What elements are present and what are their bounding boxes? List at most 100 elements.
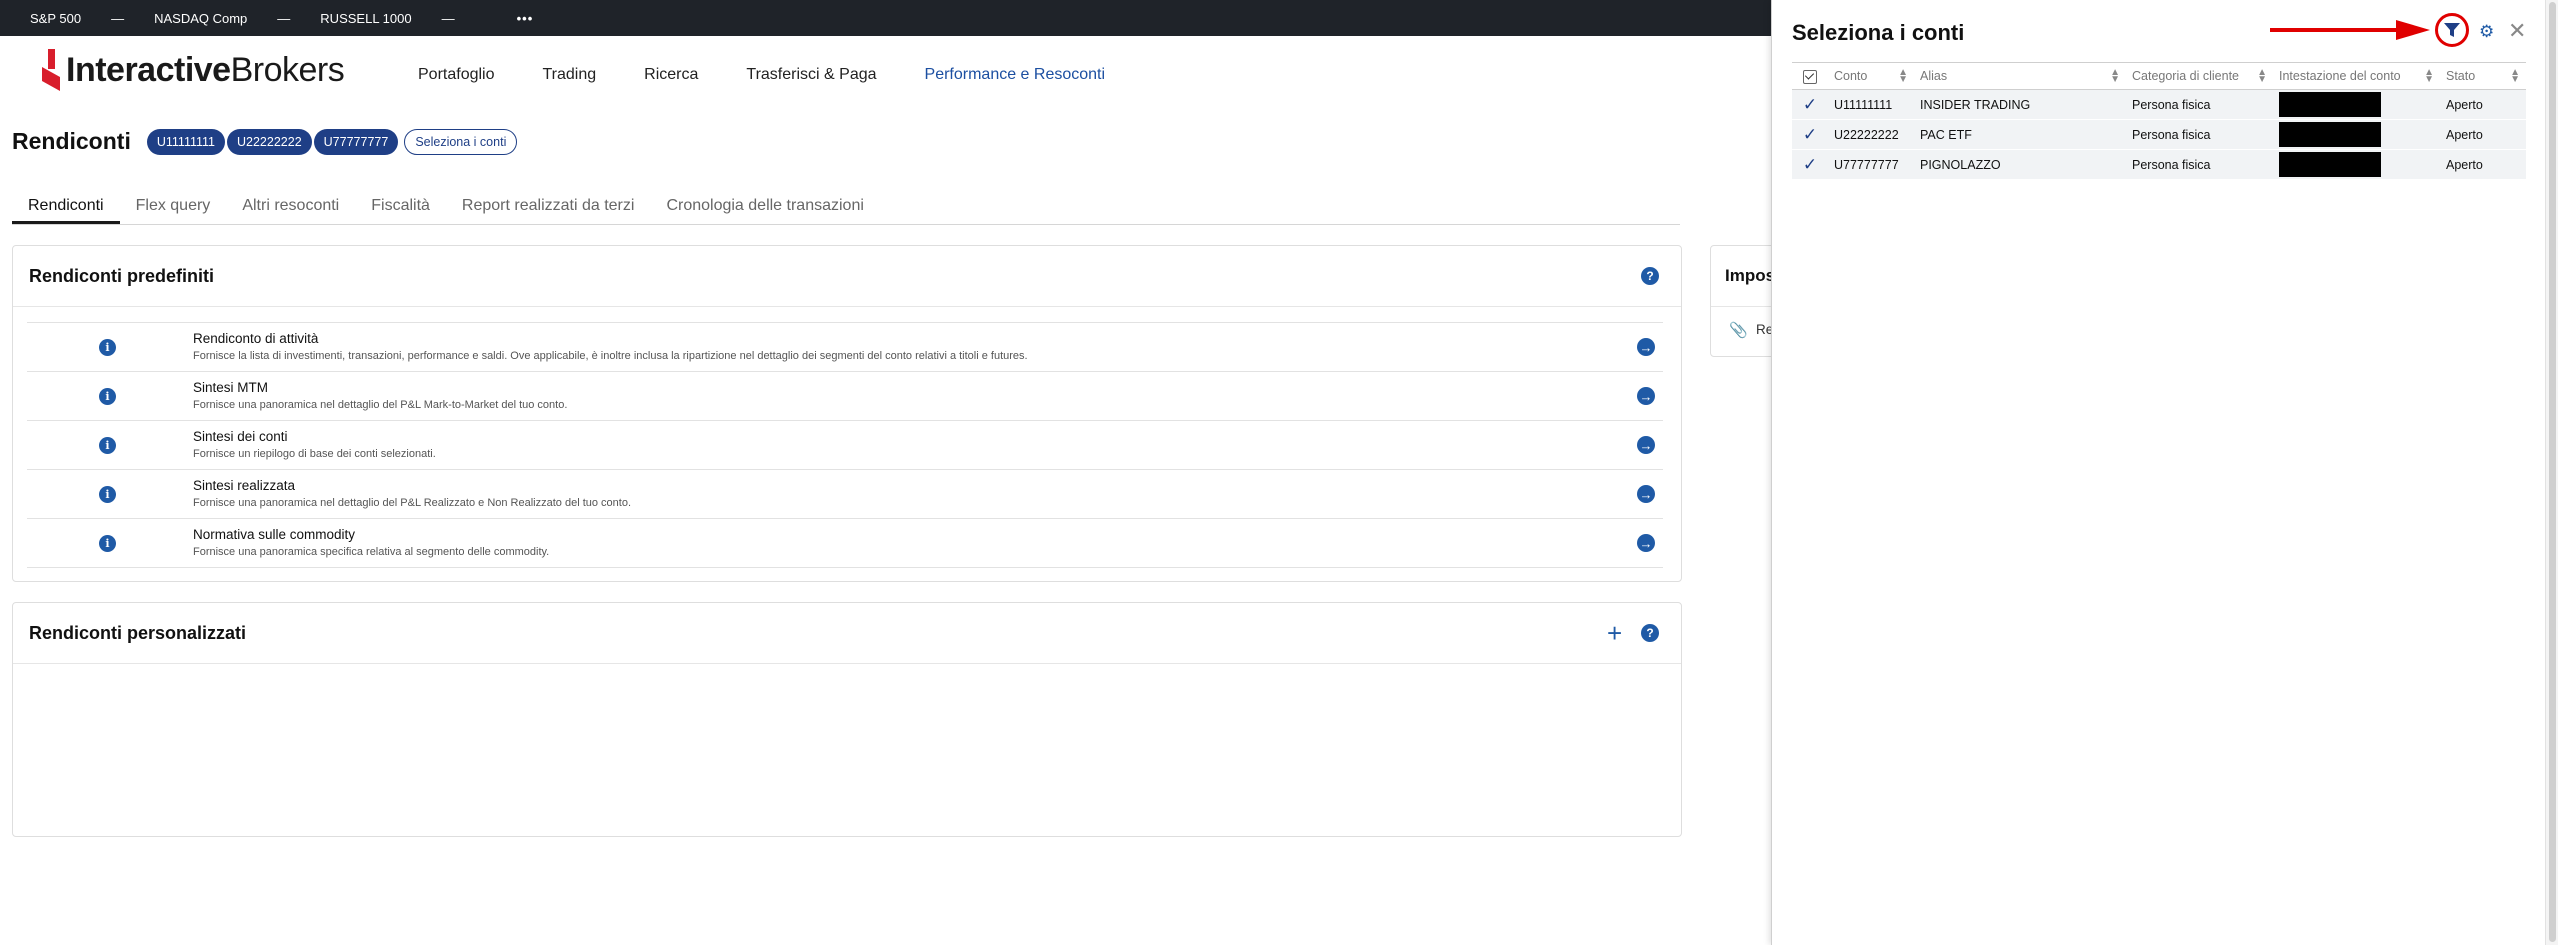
report-row[interactable]: i Sintesi realizzata Fornisce una panora… — [27, 469, 1663, 518]
cell-holder-redacted — [2273, 89, 2440, 120]
info-icon[interactable]: i — [99, 535, 116, 552]
tab-cronologia-transazioni[interactable]: Cronologia delle transazioni — [650, 190, 879, 224]
column-stato[interactable]: Stato ▲ ▼ — [2440, 62, 2526, 90]
logo-text-interactive: Interactive — [66, 50, 231, 89]
column-alias[interactable]: Alias ▲ ▼ — [1914, 62, 2126, 90]
arrow-right-icon[interactable]: → — [1637, 485, 1655, 503]
arrow-right-icon[interactable]: → — [1637, 534, 1655, 552]
cell-category: Persona fisica — [2126, 119, 2273, 150]
card-title: Rendiconti personalizzati — [29, 622, 247, 643]
redacted-block — [2279, 92, 2381, 117]
check-icon[interactable]: ✓ — [1803, 125, 1817, 144]
column-label: Categoria di cliente — [2132, 69, 2240, 83]
nav-trading[interactable]: Trading — [543, 66, 597, 84]
ticker-item[interactable]: S&P 500 — — [0, 11, 124, 26]
custom-reports-card: Rendiconti personalizzati + ? — [12, 602, 1682, 837]
table-row[interactable]: ✓ U11111111 INSIDER TRADING Persona fisi… — [1792, 89, 2526, 120]
close-icon[interactable]: ✕ — [2508, 20, 2526, 42]
tab-flex-query[interactable]: Flex query — [120, 190, 227, 224]
report-name: Sintesi realizzata — [193, 478, 296, 493]
cell-status: Aperto — [2440, 149, 2526, 180]
info-icon[interactable]: i — [99, 388, 116, 405]
ticker-item[interactable]: NASDAQ Comp — — [124, 11, 290, 26]
table-row[interactable]: ✓ U77777777 PIGNOLAZZO Persona fisica Ap… — [1792, 149, 2526, 180]
page-title-row: Rendiconti U11111111 U22222222 U77777777… — [12, 128, 518, 155]
gear-icon[interactable]: ⚙ — [2479, 23, 2494, 40]
ticker-name: S&P 500 — [30, 10, 82, 26]
paperclip-icon: 📎 — [1729, 322, 1748, 339]
arrow-right-icon[interactable]: → — [1637, 387, 1655, 405]
card-header: Rendiconti personalizzati + ? — [13, 603, 1681, 664]
report-row[interactable]: i Sintesi dei conti Fornisce un riepilog… — [27, 420, 1663, 469]
cell-account: U77777777 — [1828, 149, 1914, 180]
tab-report-terzi[interactable]: Report realizzati da terzi — [446, 190, 651, 224]
cell-status: Aperto — [2440, 119, 2526, 150]
info-icon[interactable]: i — [99, 437, 116, 454]
predefined-reports-card: Rendiconti predefiniti ? i Rendiconto di… — [12, 245, 1682, 582]
check-icon[interactable]: ✓ — [1803, 95, 1817, 114]
filter-button[interactable] — [2435, 13, 2469, 47]
plus-icon[interactable]: + — [1607, 620, 1622, 646]
report-name: Sintesi MTM — [193, 380, 269, 395]
sort-icon[interactable]: ▲ ▼ — [2424, 68, 2434, 85]
account-pill[interactable]: U77777777 — [313, 128, 399, 155]
tab-fiscalita[interactable]: Fiscalità — [355, 190, 446, 224]
report-row[interactable]: i Rendiconto di attività Fornisce la lis… — [27, 322, 1663, 371]
ticker-value: — — [277, 10, 291, 26]
report-description: Fornisce un riepilogo di base dei conti … — [193, 448, 436, 460]
column-intestazione[interactable]: Intestazione del conto ▲ ▼ — [2273, 62, 2440, 90]
logo-text-brokers: Brokers — [230, 50, 345, 89]
info-icon[interactable]: i — [99, 486, 116, 503]
main-header: InteractiveBrokers Portafoglio Trading R… — [0, 36, 1770, 120]
cell-alias: PIGNOLAZZO — [1914, 149, 2126, 180]
cell-status: Aperto — [2440, 89, 2526, 120]
sort-icon[interactable]: ▲ ▼ — [2257, 68, 2267, 85]
sort-icon[interactable]: ▲ ▼ — [2110, 68, 2120, 85]
account-pill[interactable]: U22222222 — [227, 128, 312, 155]
column-label: Stato — [2446, 69, 2476, 83]
column-conto[interactable]: Conto ▲ ▼ — [1828, 62, 1914, 90]
cell-account: U22222222 — [1828, 119, 1914, 150]
info-icon[interactable]: i — [99, 339, 116, 356]
arrow-right-icon[interactable]: → — [1637, 436, 1655, 454]
report-list: i Rendiconto di attività Fornisce la lis… — [27, 322, 1663, 568]
select-all-checkbox[interactable] — [1792, 62, 1828, 90]
cell-holder-redacted — [2273, 119, 2440, 150]
table-row[interactable]: ✓ U22222222 PAC ETF Persona fisica Apert… — [1792, 119, 2526, 150]
scrollbar[interactable] — [2545, 0, 2558, 945]
logo-text: InteractiveBrokers — [66, 50, 345, 90]
check-icon[interactable]: ✓ — [1803, 155, 1817, 174]
ticker-item[interactable]: RUSSELL 1000 — — [290, 11, 454, 26]
help-icon[interactable]: ? — [1641, 267, 1659, 285]
table-header-row: Conto ▲ ▼ Alias ▲ ▼ Categoria di cliente ▲ ▼ I… — [1792, 62, 2526, 90]
column-label: Intestazione del conto — [2279, 69, 2401, 83]
sort-icon[interactable]: ▲ ▼ — [1898, 68, 1908, 85]
logo[interactable]: InteractiveBrokers — [38, 47, 345, 93]
tab-altri-resoconti[interactable]: Altri resoconti — [226, 190, 355, 224]
nav-ricerca[interactable]: Ricerca — [644, 66, 698, 84]
nav-portafoglio[interactable]: Portafoglio — [418, 66, 495, 84]
filter-icon — [2444, 23, 2460, 37]
nav-trasferisci-paga[interactable]: Trasferisci & Paga — [746, 66, 876, 84]
main-nav: Portafoglio Trading Ricerca Trasferisci … — [418, 66, 1153, 84]
arrow-right-icon[interactable]: → — [1637, 338, 1655, 356]
cell-category: Persona fisica — [2126, 149, 2273, 180]
sort-icon[interactable]: ▲ ▼ — [2510, 68, 2520, 85]
report-row[interactable]: i Normativa sulle commodity Fornisce una… — [27, 518, 1663, 568]
column-categoria[interactable]: Categoria di cliente ▲ ▼ — [2126, 62, 2273, 90]
ticker-more-button[interactable]: ••• — [517, 11, 534, 26]
cell-alias: INSIDER TRADING — [1914, 89, 2126, 120]
nav-performance-resoconti[interactable]: Performance e Resoconti — [925, 66, 1106, 84]
scrollbar-thumb[interactable] — [2549, 2, 2556, 942]
column-label: Conto — [1834, 69, 1868, 83]
account-pill[interactable]: U11111111 — [146, 128, 225, 155]
page-title: Rendiconti — [12, 128, 131, 154]
report-row[interactable]: i Sintesi MTM Fornisce una panoramica ne… — [27, 371, 1663, 420]
checkbox-icon — [1803, 69, 1817, 84]
redacted-block — [2279, 152, 2381, 177]
help-icon[interactable]: ? — [1641, 624, 1659, 642]
select-accounts-button[interactable]: Seleziona i conti — [404, 128, 518, 155]
logo-mark-icon — [42, 49, 60, 91]
tab-rendiconti[interactable]: Rendiconti — [12, 190, 120, 224]
column-label: Alias — [1920, 69, 1948, 83]
